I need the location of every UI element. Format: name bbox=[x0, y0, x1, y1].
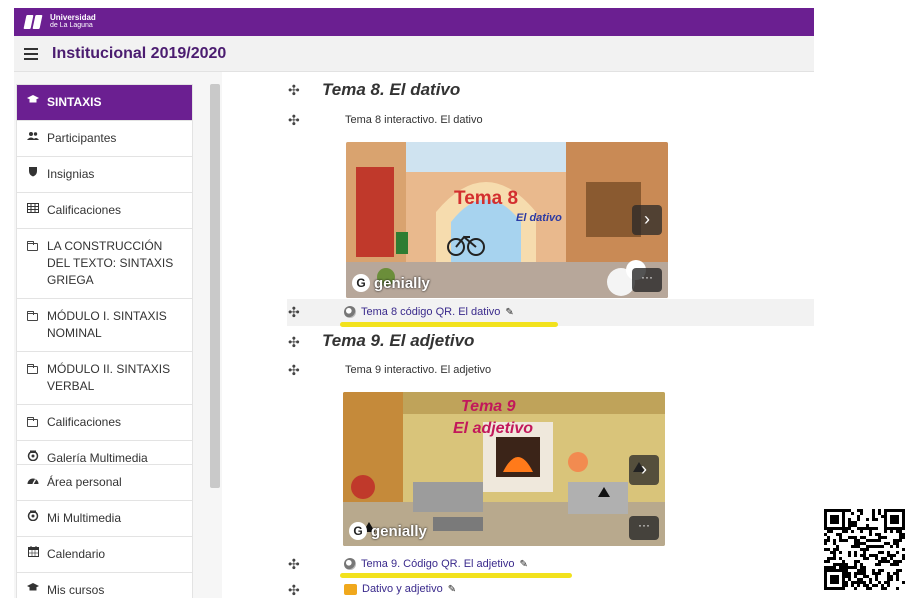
box-icon bbox=[344, 583, 357, 595]
activity-tema-9-interactivo[interactable]: Tema 9 interactivo. El adjetivo bbox=[345, 364, 491, 376]
edit-pencil-icon[interactable]: ✎ bbox=[448, 584, 456, 595]
genially-g-icon: G bbox=[352, 274, 370, 292]
card-title: Tema 8 bbox=[454, 188, 519, 209]
hamburger-menu-icon[interactable] bbox=[24, 47, 38, 60]
genially-logo: Ggenially bbox=[352, 274, 430, 292]
sidebar-item-label: Participantes bbox=[47, 131, 117, 145]
qr-code-pattern bbox=[824, 509, 905, 590]
link-dativo-y-adjetivo[interactable]: Dativo y adjetivo ✎ bbox=[344, 583, 456, 595]
qr-link-tema-8[interactable]: Tema 8 código QR. El dativo ✎ bbox=[344, 306, 514, 318]
sidebar-item-modulo-1[interactable]: MÓDULO I. SINTAXIS NOMINAL bbox=[17, 298, 192, 351]
sidebar-item-label: LA CONSTRUCCIÓN DEL TEXTO: SINTAXIS GRIE… bbox=[47, 239, 174, 287]
link-label: Dativo y adjetivo bbox=[362, 583, 443, 595]
media-icon bbox=[27, 510, 39, 527]
sidebar-item-label: Calendario bbox=[47, 547, 106, 561]
sidebar-item-label: Calificaciones bbox=[47, 415, 122, 429]
course-title[interactable]: Institucional 2019/2020 bbox=[52, 45, 226, 63]
drawer-scrollbar[interactable] bbox=[210, 84, 220, 488]
sidebar-item-area-personal[interactable]: Área personal bbox=[17, 465, 192, 500]
sidebar-item-mi-multimedia[interactable]: Mi Multimedia bbox=[17, 500, 192, 536]
sidebar-item-calificaciones-folder[interactable]: Calificaciones bbox=[17, 404, 192, 440]
edit-pencil-icon[interactable]: ✎ bbox=[519, 559, 527, 570]
sidebar-item-label: MÓDULO II. SINTAXIS VERBAL bbox=[47, 362, 171, 393]
folder-icon bbox=[27, 308, 39, 321]
qr-link-tema-9[interactable]: Tema 9. Código QR. El adjetivo ✎ bbox=[344, 558, 528, 570]
card-subtitle: El dativo bbox=[516, 212, 562, 224]
genially-logo: Ggenially bbox=[349, 522, 427, 540]
card-title: Tema 9 bbox=[461, 398, 516, 415]
sidebar-item-sintaxis[interactable]: SINTAXIS bbox=[17, 85, 192, 120]
sidebar-item-label: SINTAXIS bbox=[47, 95, 102, 109]
site-nav: Área personal Mi Multimedia Calendario M… bbox=[16, 464, 193, 598]
sidebar-item-label: Mis cursos bbox=[47, 583, 105, 597]
genially-embed-tema-8[interactable]: Tema 8 El dativo Ggenially › ··· bbox=[346, 142, 668, 298]
sidebar-item-label: Calificaciones bbox=[47, 203, 122, 217]
edit-pencil-icon[interactable]: ✎ bbox=[505, 307, 513, 318]
genially-brand: genially bbox=[371, 522, 427, 540]
genially-brand: genially bbox=[374, 274, 430, 292]
more-options-icon[interactable]: ··· bbox=[629, 516, 659, 540]
url-icon bbox=[344, 306, 356, 318]
genially-g-icon: G bbox=[349, 522, 367, 540]
sidebar-item-label: MÓDULO I. SINTAXIS NOMINAL bbox=[47, 309, 167, 340]
course-header: Institucional 2019/2020 bbox=[14, 36, 814, 72]
university-name-line2: de La Laguna bbox=[50, 22, 93, 29]
more-options-icon[interactable]: ··· bbox=[632, 268, 662, 292]
graduation-cap-icon bbox=[27, 94, 39, 111]
activity-tema-8-interactivo[interactable]: Tema 8 interactivo. El dativo bbox=[345, 114, 483, 126]
move-icon[interactable]: ✣ bbox=[288, 582, 300, 598]
sidebar-item-label: Insignias bbox=[47, 167, 95, 181]
shield-icon bbox=[27, 166, 39, 183]
sidebar-item-construccion-texto[interactable]: LA CONSTRUCCIÓN DEL TEXTO: SINTAXIS GRIE… bbox=[17, 228, 192, 298]
move-icon[interactable]: ✣ bbox=[288, 112, 300, 129]
move-icon[interactable]: ✣ bbox=[288, 362, 300, 379]
folder-icon bbox=[27, 414, 39, 427]
section-title-tema-8[interactable]: Tema 8. El dativo bbox=[322, 80, 460, 100]
sidebar-item-calendario[interactable]: Calendario bbox=[17, 536, 192, 572]
qr-link-label: Tema 8 código QR. El dativo bbox=[361, 306, 501, 318]
qr-code-image bbox=[820, 503, 909, 598]
url-icon bbox=[344, 558, 356, 570]
qr-link-label: Tema 9. Código QR. El adjetivo bbox=[361, 558, 515, 570]
table-icon bbox=[27, 202, 39, 219]
sidebar-item-modulo-2[interactable]: MÓDULO II. SINTAXIS VERBAL bbox=[17, 351, 192, 404]
folder-icon bbox=[27, 361, 39, 374]
university-name-line1: Universidad bbox=[50, 13, 96, 22]
screen: Universidad de La Laguna Institucional 2… bbox=[0, 0, 909, 598]
dashboard-icon bbox=[27, 474, 39, 491]
sidebar-item-participantes[interactable]: Participantes bbox=[17, 120, 192, 156]
move-icon[interactable]: ✣ bbox=[288, 82, 300, 99]
move-icon[interactable]: ✣ bbox=[288, 334, 300, 351]
university-name: Universidad de La Laguna bbox=[50, 14, 96, 30]
yellow-underline bbox=[340, 322, 558, 327]
card-subtitle: El adjetivo bbox=[453, 420, 534, 437]
sidebar-item-label: Área personal bbox=[47, 475, 122, 489]
sidebar-item-insignias[interactable]: Insignias bbox=[17, 156, 192, 192]
sidebar-item-label: Mi Multimedia bbox=[47, 511, 122, 525]
folder-icon bbox=[27, 238, 39, 251]
section-title-tema-9[interactable]: Tema 9. El adjetivo bbox=[322, 331, 474, 351]
move-icon[interactable]: ✣ bbox=[288, 304, 300, 321]
next-arrow-icon[interactable]: › bbox=[632, 205, 662, 235]
university-logo-icon[interactable] bbox=[22, 15, 44, 29]
sidebar-item-calificaciones[interactable]: Calificaciones bbox=[17, 192, 192, 228]
top-navbar: Universidad de La Laguna bbox=[14, 8, 814, 36]
calendar-icon bbox=[27, 546, 39, 563]
yellow-underline bbox=[340, 573, 572, 578]
genially-embed-tema-9[interactable]: Tema 9 El adjetivo Ggenially › ··· bbox=[343, 392, 665, 546]
next-arrow-icon[interactable]: › bbox=[629, 455, 659, 485]
move-icon[interactable]: ✣ bbox=[288, 556, 300, 573]
graduation-cap-icon bbox=[27, 582, 39, 598]
course-nav: SINTAXIS Participantes Insignias Calific… bbox=[16, 84, 193, 477]
sidebar-item-mis-cursos[interactable]: Mis cursos bbox=[17, 572, 192, 598]
users-icon bbox=[27, 130, 39, 147]
